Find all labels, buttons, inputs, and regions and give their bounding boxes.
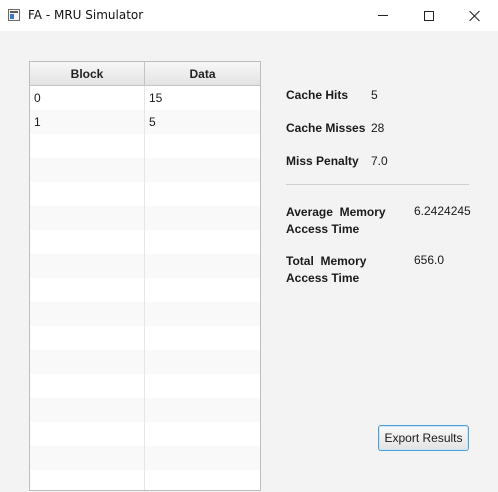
block-cell xyxy=(30,254,145,278)
table-header: Block Data xyxy=(30,62,260,86)
close-icon xyxy=(469,10,481,22)
table-row[interactable] xyxy=(30,134,260,158)
data-cell xyxy=(145,182,260,206)
stats-separator xyxy=(286,184,469,185)
block-cell xyxy=(30,230,145,254)
cache-hits-value: 5 xyxy=(371,88,378,102)
table-row[interactable] xyxy=(30,350,260,374)
data-cell xyxy=(145,206,260,230)
table-row[interactable] xyxy=(30,182,260,206)
data-cell: 15 xyxy=(149,91,163,105)
average-access-time-label-line1: Average Memory xyxy=(286,205,386,219)
data-cell: 5 xyxy=(149,115,156,129)
cache-misses-value: 28 xyxy=(371,121,385,135)
data-cell xyxy=(145,350,260,374)
data-cell xyxy=(145,470,260,490)
data-cell xyxy=(145,278,260,302)
data-cell xyxy=(145,326,260,350)
table-body: 0 15 1 5 xyxy=(30,86,260,490)
block-cell xyxy=(30,134,145,158)
table-row[interactable] xyxy=(30,302,260,326)
table-row[interactable] xyxy=(30,206,260,230)
column-header-block[interactable]: Block xyxy=(30,62,145,85)
export-results-button[interactable]: Export Results xyxy=(378,425,469,451)
data-cell xyxy=(145,254,260,278)
cache-misses-label: Cache Misses xyxy=(286,121,366,135)
table-row[interactable] xyxy=(30,254,260,278)
main-content: Block Data 0 15 1 5 Cache Hits 5 Cache Miss… xyxy=(0,31,498,492)
maximize-icon xyxy=(424,10,434,21)
block-cell xyxy=(30,302,145,326)
window-title: FA - MRU Simulator xyxy=(28,8,144,22)
block-cell xyxy=(30,398,145,422)
block-cell xyxy=(30,182,145,206)
title-bar: FA - MRU Simulator xyxy=(0,0,498,31)
block-cell xyxy=(30,206,145,230)
table-row[interactable] xyxy=(30,398,260,422)
block-cell: 1 xyxy=(30,110,145,134)
data-cell xyxy=(145,446,260,470)
table-row[interactable]: 0 15 xyxy=(30,86,260,110)
table-row[interactable] xyxy=(30,158,260,182)
average-access-time-value: 6.2424245 xyxy=(414,204,471,218)
total-access-time-label-line1: Total Memory xyxy=(286,254,367,268)
table-row[interactable] xyxy=(30,230,260,254)
block-cell xyxy=(30,350,145,374)
average-access-time-label: Average Memory Access Time xyxy=(286,204,396,238)
data-cell xyxy=(145,230,260,254)
total-access-time-label-line2: Access Time xyxy=(286,271,360,285)
block-cell xyxy=(30,158,145,182)
table-row[interactable] xyxy=(30,422,260,446)
table-row[interactable] xyxy=(30,278,260,302)
block-cell: 0 xyxy=(30,86,145,110)
total-access-time-label: Total Memory Access Time xyxy=(286,253,396,287)
block-cell xyxy=(30,422,145,446)
data-cell xyxy=(145,158,260,182)
average-access-time-label-line2: Access Time xyxy=(286,222,360,236)
block-cell xyxy=(30,326,145,350)
block-cell xyxy=(30,374,145,398)
cache-table[interactable]: Block Data 0 15 1 5 xyxy=(29,61,261,491)
table-row[interactable] xyxy=(30,446,260,470)
table-row[interactable] xyxy=(30,374,260,398)
minimize-icon xyxy=(378,15,388,16)
column-header-data[interactable]: Data xyxy=(145,62,260,85)
table-row[interactable] xyxy=(30,470,260,490)
maximize-button[interactable] xyxy=(406,0,452,31)
miss-penalty-value: 7.0 xyxy=(371,154,388,168)
block-cell xyxy=(30,470,145,490)
app-icon xyxy=(8,9,20,21)
table-row[interactable] xyxy=(30,326,260,350)
data-cell xyxy=(145,374,260,398)
close-button[interactable] xyxy=(452,0,498,31)
miss-penalty-label: Miss Penalty xyxy=(286,154,359,168)
block-cell xyxy=(30,278,145,302)
data-cell xyxy=(145,422,260,446)
data-cell xyxy=(145,134,260,158)
block-cell xyxy=(30,446,145,470)
data-cell xyxy=(145,302,260,326)
cache-hits-label: Cache Hits xyxy=(286,88,349,102)
table-row[interactable]: 15 xyxy=(30,110,260,134)
minimize-button[interactable] xyxy=(360,0,406,31)
total-access-time-value: 656.0 xyxy=(414,253,445,267)
data-cell xyxy=(145,398,260,422)
